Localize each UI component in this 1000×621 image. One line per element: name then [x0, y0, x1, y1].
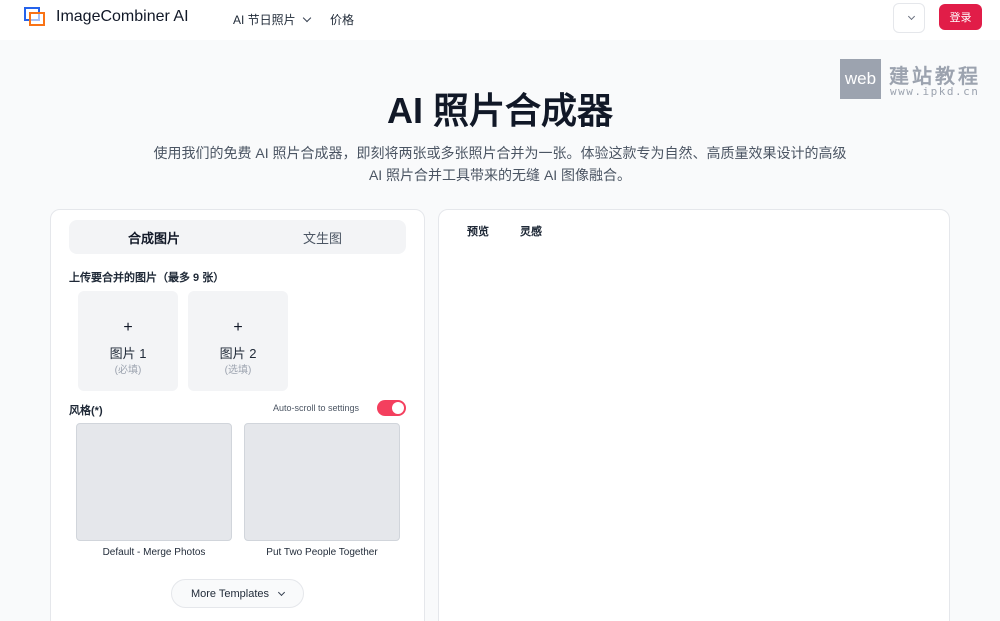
description-line-2: AI 照片合并工具带来的无缝 AI 图像融合。: [368, 167, 632, 183]
nav-holiday-photos[interactable]: AI 节日照片: [233, 11, 311, 28]
template-card-two-people[interactable]: [244, 423, 400, 541]
toggle-knob: [392, 402, 404, 414]
mode-tabs: 合成图片 文生图: [69, 220, 406, 254]
upload-slot-1[interactable]: + 图片 1 (必填): [78, 291, 178, 391]
tab-inspiration[interactable]: 灵感: [520, 223, 542, 239]
nav-pricing[interactable]: 价格: [330, 11, 354, 28]
more-templates-button[interactable]: More Templates: [171, 579, 304, 608]
chevron-down-icon: [277, 588, 286, 596]
template-name: Put Two People Together: [266, 547, 378, 558]
autoscroll-label: Auto-scroll to settings: [273, 403, 360, 413]
nav-holiday-photos-label: AI 节日照片: [233, 13, 296, 27]
upload-slot-hint: (选填): [224, 365, 252, 376]
tab-text-to-image[interactable]: 文生图: [239, 220, 406, 254]
page-description: 使用我们的免费 AI 照片合成器，即刻将两张或多张照片合并为一张。体验这款专为自…: [145, 142, 855, 186]
brand-name[interactable]: ImageCombiner AI: [56, 8, 189, 26]
editor-panel: 合成图片 文生图 上传要合并的图片（最多 9 张） + 图片 1 (必填) + …: [50, 209, 425, 621]
plus-icon: +: [233, 319, 243, 336]
plus-icon: +: [123, 319, 133, 336]
preview-panel: 预览 灵感: [438, 209, 950, 621]
template-card-merge-photos[interactable]: [76, 423, 232, 541]
page-title: AI 照片合成器: [386, 90, 613, 131]
upload-slot-hint: (必填): [114, 365, 142, 376]
style-label: 风格(*): [69, 405, 103, 417]
upload-label: 上传要合并的图片（最多 9 张）: [69, 272, 225, 284]
upload-slot-2[interactable]: + 图片 2 (选填): [188, 291, 288, 391]
autoscroll-toggle[interactable]: [377, 400, 406, 416]
upload-slot-name: 图片 1: [109, 346, 147, 361]
top-navbar: ImageCombiner AI AI 节日照片 价格 登录: [0, 0, 1000, 40]
nav-pricing-label: 价格: [330, 13, 355, 27]
login-button[interactable]: 登录: [939, 4, 982, 30]
language-dropdown-button[interactable]: [893, 3, 925, 33]
tab-preview[interactable]: 预览: [467, 223, 489, 239]
logo-icon[interactable]: [24, 7, 46, 27]
tab-combine-images[interactable]: 合成图片: [69, 220, 239, 254]
chevron-down-icon: [302, 13, 311, 23]
template-name: Default - Merge Photos: [102, 547, 206, 558]
upload-slot-name: 图片 2: [219, 346, 257, 361]
description-line-1: 使用我们的免费 AI 照片合成器，即刻将两张或多张照片合并为一张。体验这款专为自…: [153, 145, 847, 161]
more-templates-label: More Templates: [190, 587, 270, 600]
chevron-down-icon: [907, 12, 915, 21]
